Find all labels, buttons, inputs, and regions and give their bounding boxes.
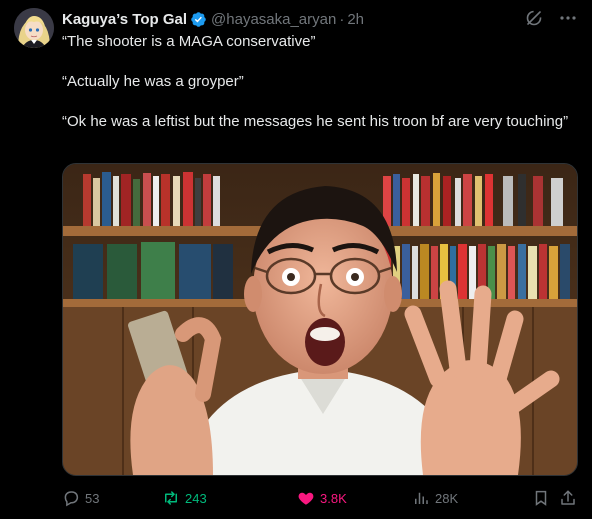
like-count: 3.8K (320, 490, 347, 506)
repost-count: 243 (185, 490, 207, 506)
reply-count: 53 (85, 490, 100, 506)
tweet[interactable]: Kaguya’s Top Gal @hayasaka_aryan · 2h “T… (0, 0, 592, 519)
tweet-media-image[interactable] (62, 163, 578, 476)
tweet-text: “The shooter is a MAGA conservative” “Ac… (62, 32, 572, 132)
tweet-action-bar: 53 243 3.8K 28K (62, 486, 578, 510)
handle[interactable]: @hayasaka_aryan (211, 11, 336, 28)
reaction-photo (63, 164, 577, 475)
repost-button[interactable]: 243 (162, 486, 207, 510)
share-button[interactable] (559, 486, 577, 510)
bookmark-icon (532, 489, 550, 507)
grok-icon[interactable] (524, 8, 544, 28)
tweet-line-2: “Actually he was a groyper” (62, 73, 244, 90)
like-button[interactable]: 3.8K (297, 486, 347, 510)
reply-icon (62, 489, 80, 507)
anime-avatar-icon (14, 8, 54, 48)
tweet-top-actions (524, 8, 578, 28)
avatar[interactable] (14, 8, 54, 48)
reply-button[interactable]: 53 (62, 486, 99, 510)
tweet-header: Kaguya’s Top Gal @hayasaka_aryan · 2h (62, 9, 364, 29)
tweet-line-1: “The shooter is a MAGA conservative” (62, 33, 316, 50)
views-count: 28K (435, 490, 459, 506)
heart-icon (297, 489, 315, 507)
repost-icon (162, 489, 180, 507)
share-icon (559, 489, 577, 507)
display-name[interactable]: Kaguya’s Top Gal (62, 11, 187, 28)
bookmark-button[interactable] (532, 486, 550, 510)
separator: · (339, 10, 345, 28)
tweet-line-3: “Ok he was a leftist but the messages he… (62, 113, 569, 130)
timestamp[interactable]: 2h (347, 11, 364, 28)
views-icon (412, 489, 430, 507)
verified-badge-icon (190, 11, 207, 28)
more-options-icon[interactable] (558, 8, 578, 28)
views-button[interactable]: 28K (412, 486, 458, 510)
